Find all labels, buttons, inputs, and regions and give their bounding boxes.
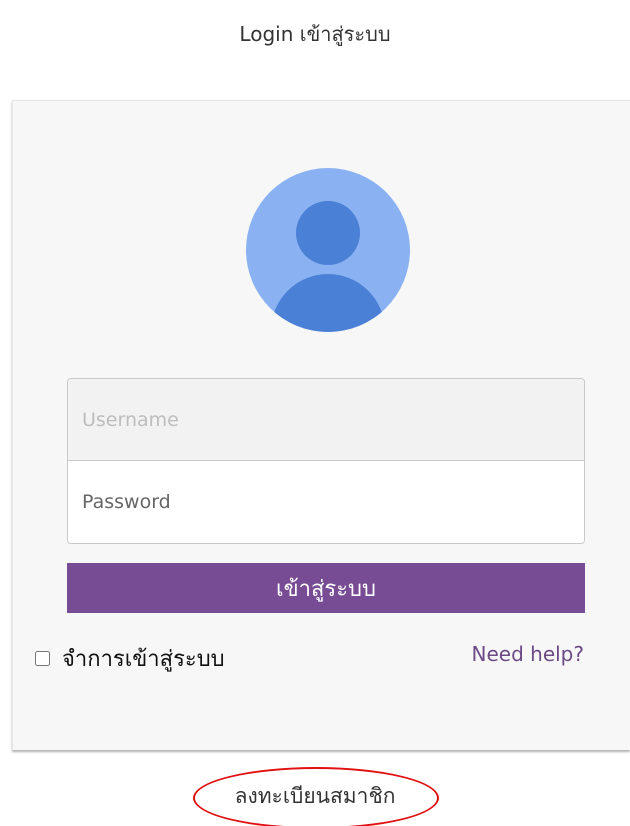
avatar-head	[296, 201, 360, 265]
remember-me-checkbox[interactable]	[35, 651, 50, 666]
login-card: เข้าสู่ระบบ จำการเข้าสู่ระบบ Need help?	[12, 100, 630, 750]
remember-me-label: จำการเข้าสู่ระบบ	[62, 647, 225, 672]
user-avatar-icon	[246, 168, 410, 332]
page-title: Login เข้าสู่ระบบ	[239, 22, 391, 46]
login-button[interactable]: เข้าสู่ระบบ	[67, 563, 585, 613]
avatar-body	[271, 274, 385, 332]
need-help-link[interactable]: Need help?	[472, 642, 584, 666]
credentials-group	[67, 378, 585, 544]
login-page: Login เข้าสู่ระบบ เข้าสู่ระบบ จำการเข้าส…	[0, 0, 630, 826]
username-input[interactable]	[68, 379, 584, 461]
register-link[interactable]: ลงทะเบียนสมาชิก	[0, 780, 630, 813]
password-input[interactable]	[68, 461, 584, 543]
remember-me[interactable]: จำการเข้าสู่ระบบ	[35, 641, 225, 676]
